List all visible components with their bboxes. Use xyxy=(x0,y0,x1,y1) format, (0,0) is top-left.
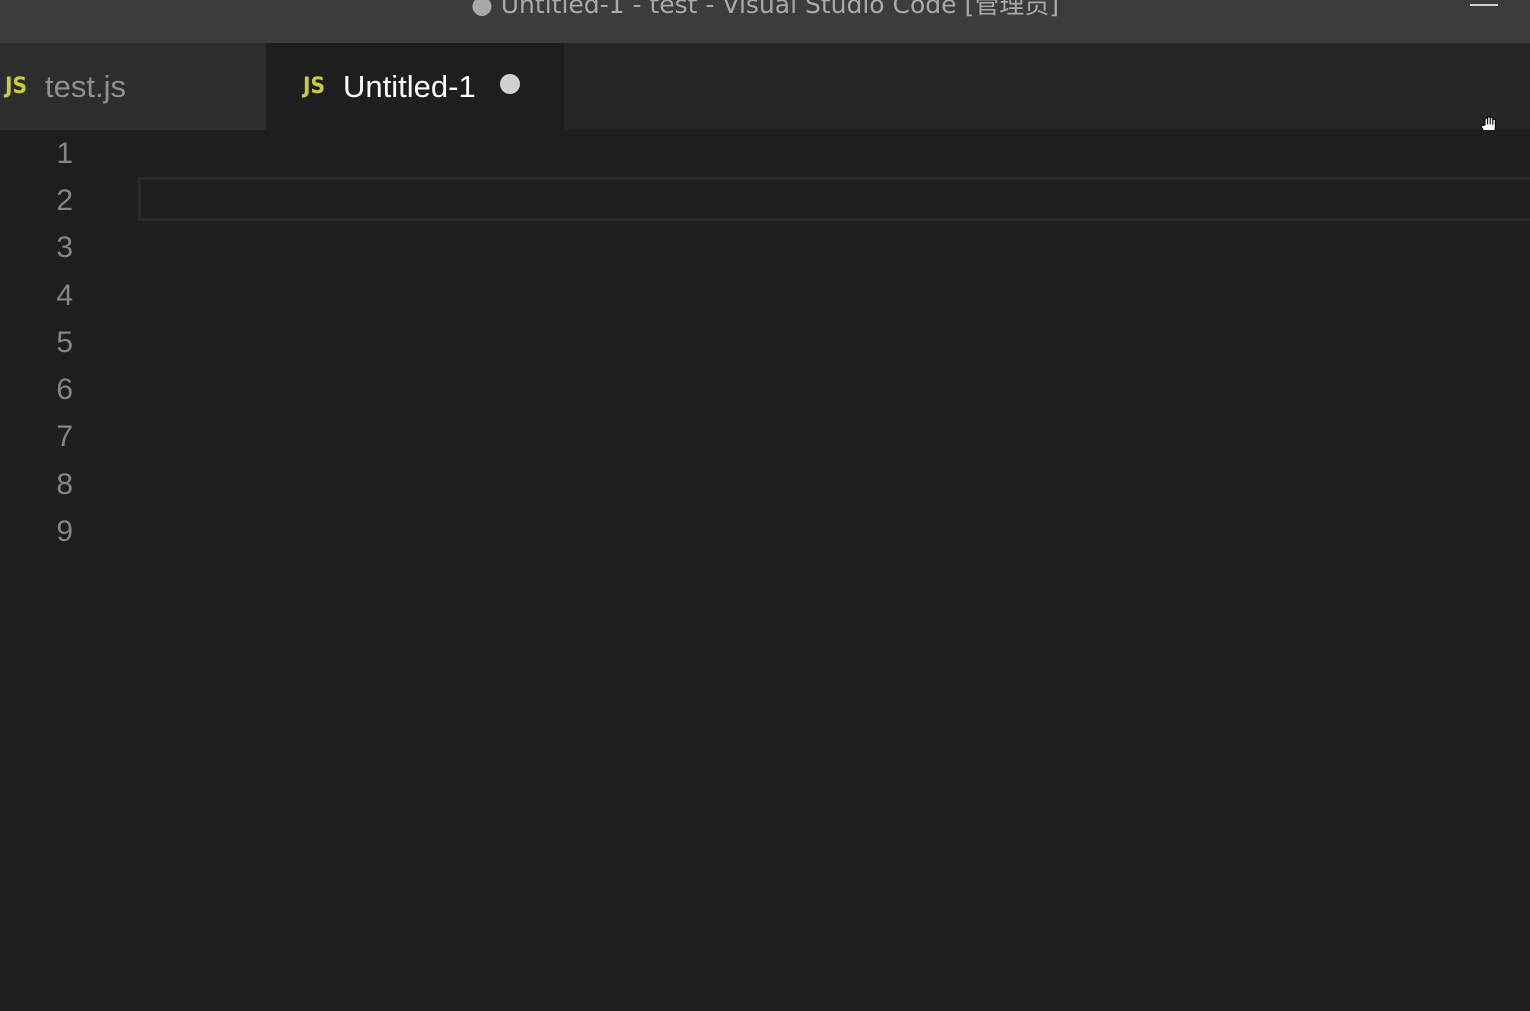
line-number: 7 xyxy=(56,420,73,453)
line-number: 5 xyxy=(56,326,73,359)
editor-area[interactable]: 1 2 3 4 5 6 7 8 9 xyxy=(0,130,1530,1011)
line-number: 9 xyxy=(56,515,73,548)
minimize-icon[interactable] xyxy=(1470,4,1498,6)
unsaved-dot-icon[interactable] xyxy=(499,73,520,94)
tab-label: Untitled-1 xyxy=(343,68,476,104)
window-title: ● Untitled-1 - test - Visual Studio Code… xyxy=(470,0,1060,19)
tab-label: test.js xyxy=(45,68,126,104)
line-number: 1 xyxy=(56,137,73,170)
line-number: 2 xyxy=(56,184,73,217)
tab-untitled-1[interactable]: JS Untitled-1 xyxy=(266,43,564,130)
line-number: 6 xyxy=(56,373,73,406)
line-number: 8 xyxy=(56,468,73,501)
line-number: 4 xyxy=(56,279,73,312)
tab-bar: JS test.js JS Untitled-1 xyxy=(0,43,1530,136)
current-line-highlight xyxy=(138,177,1530,221)
tab-test-js[interactable]: JS test.js xyxy=(0,43,266,130)
title-bar: ● Untitled-1 - test - Visual Studio Code… xyxy=(0,0,1530,43)
javascript-file-icon: JS xyxy=(302,74,326,99)
javascript-file-icon: JS xyxy=(4,74,28,99)
line-number: 3 xyxy=(56,231,73,264)
